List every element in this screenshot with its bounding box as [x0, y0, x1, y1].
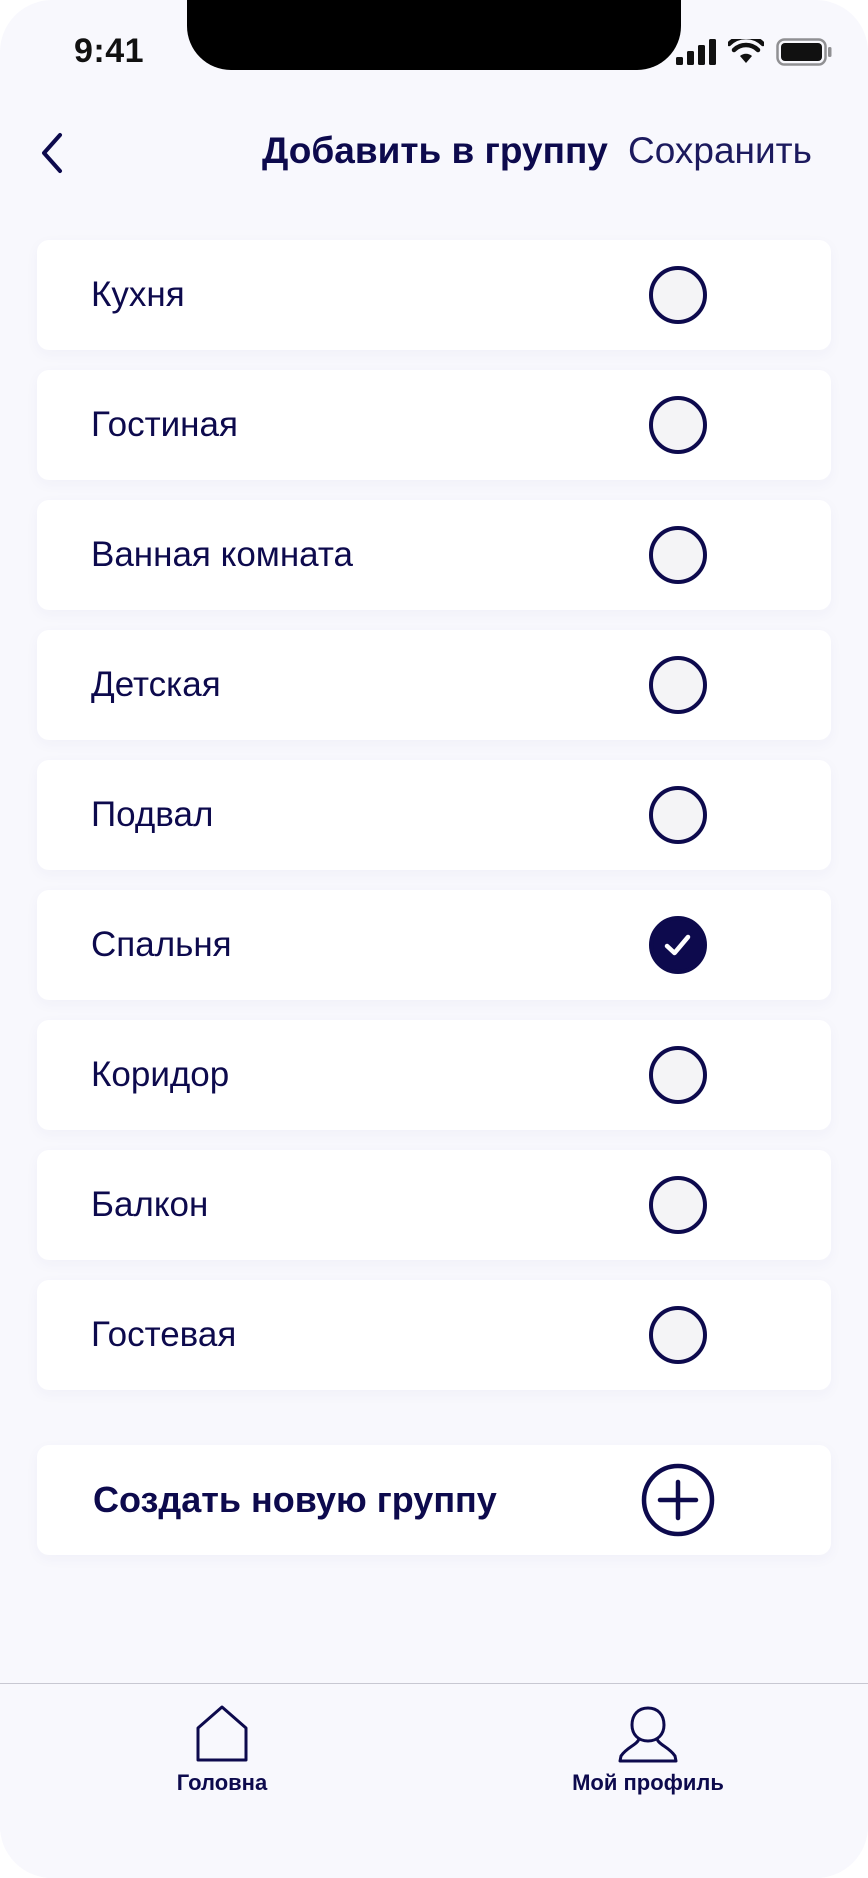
radio-unchecked[interactable]	[649, 396, 707, 454]
tab-profile-label: Мой профиль	[572, 1770, 724, 1795]
group-row-bathroom[interactable]: Ванная комната	[37, 500, 831, 610]
group-row-basement[interactable]: Подвал	[37, 760, 831, 870]
radio-unchecked[interactable]	[649, 786, 707, 844]
group-row-living-room[interactable]: Гостиная	[37, 370, 831, 480]
create-group-button[interactable]: Создать новую группу	[37, 1445, 831, 1555]
signal-icon	[676, 39, 716, 65]
radio-checked[interactable]	[649, 916, 707, 974]
group-label: Балкон	[91, 1185, 209, 1224]
create-group-label: Создать новую группу	[93, 1479, 497, 1520]
status-time: 9:41	[74, 32, 145, 70]
chevron-left-icon	[42, 133, 62, 173]
plus-circle-icon[interactable]	[640, 1462, 716, 1538]
notch	[187, 0, 681, 70]
group-label: Ванная комната	[91, 535, 353, 574]
group-row-bedroom[interactable]: Спальня	[37, 890, 831, 1000]
group-label: Спальня	[91, 925, 232, 964]
back-button[interactable]	[30, 128, 74, 178]
radio-unchecked[interactable]	[649, 656, 707, 714]
tab-bar: Головна Мой профиль	[0, 1683, 868, 1878]
group-row-corridor[interactable]: Коридор	[37, 1020, 831, 1130]
group-row-kitchen[interactable]: Кухня	[37, 240, 831, 350]
group-label: Детская	[91, 665, 221, 704]
group-label: Подвал	[91, 795, 214, 834]
group-label: Гостевая	[91, 1315, 237, 1354]
tab-home-label: Головна	[176, 1770, 268, 1795]
wifi-icon	[728, 39, 764, 63]
radio-unchecked[interactable]	[649, 1176, 707, 1234]
checkmark-icon	[664, 934, 691, 956]
group-label: Кухня	[91, 275, 185, 314]
save-button[interactable]: Сохранить	[628, 130, 812, 172]
group-list: Кухня Гостиная Ванная комната Детская По…	[37, 240, 831, 1410]
page-title: Добавить в группу	[262, 130, 608, 171]
radio-unchecked[interactable]	[649, 526, 707, 584]
group-label: Гостиная	[91, 405, 238, 444]
group-row-kids-room[interactable]: Детская	[37, 630, 831, 740]
user-icon	[618, 1706, 678, 1763]
radio-unchecked[interactable]	[649, 266, 707, 324]
status-icons	[676, 38, 832, 66]
home-icon	[196, 1705, 248, 1762]
battery-icon	[776, 38, 832, 66]
group-row-balcony[interactable]: Балкон	[37, 1150, 831, 1260]
radio-unchecked[interactable]	[649, 1046, 707, 1104]
tab-profile[interactable]: Мой профиль	[518, 1704, 778, 1796]
tab-home[interactable]: Головна	[92, 1704, 352, 1796]
radio-unchecked[interactable]	[649, 1306, 707, 1364]
group-label: Коридор	[91, 1055, 230, 1094]
phone-screen: 9:41 Добавить в группу Сохранить Кухня Г…	[0, 0, 868, 1878]
group-row-guest-room[interactable]: Гостевая	[37, 1280, 831, 1390]
